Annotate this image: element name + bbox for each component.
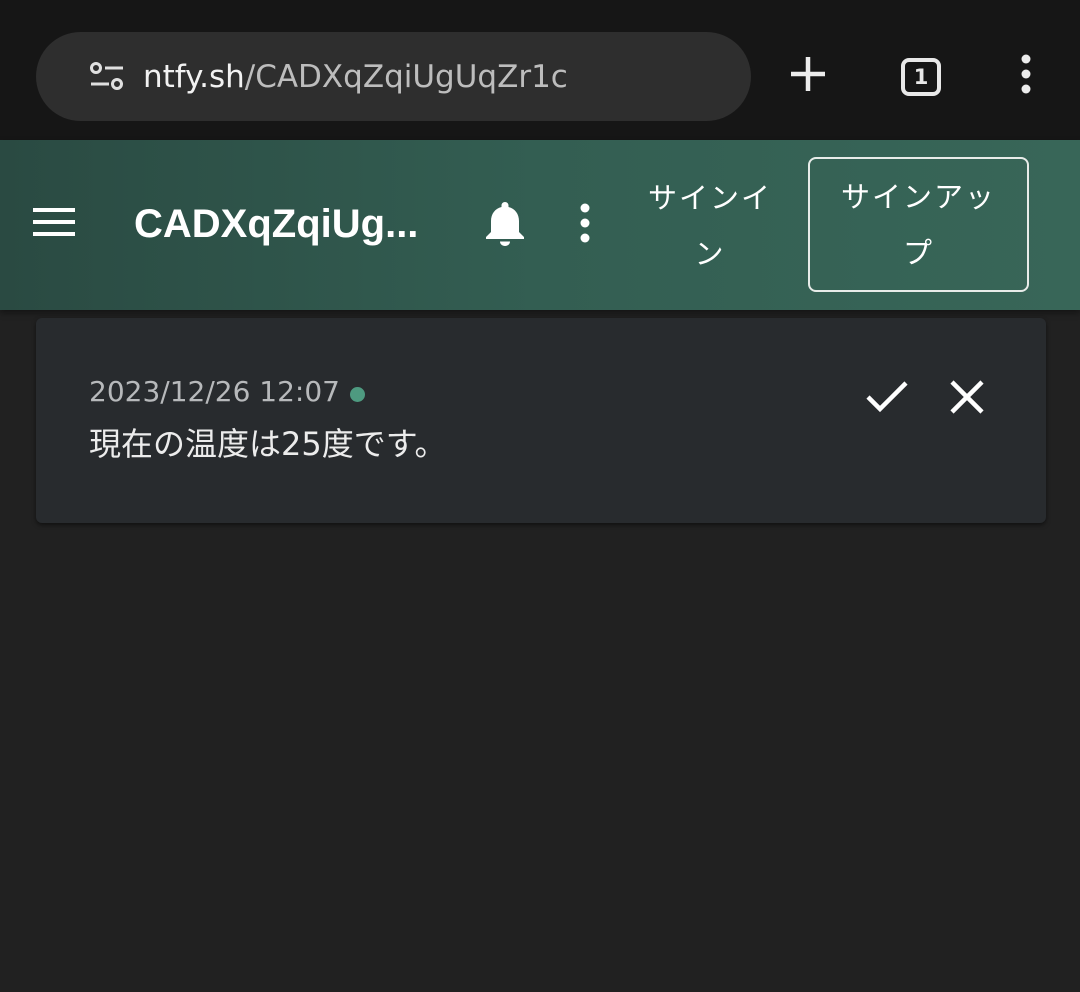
bell-icon (485, 200, 525, 250)
tune-icon[interactable] (90, 62, 124, 90)
signup-label: サインアップ (840, 179, 996, 270)
notification-time: 2023/12/26 12:07 (89, 375, 340, 408)
mark-read-button[interactable] (858, 370, 916, 428)
notification-message: 現在の温度は25度です。 (89, 425, 447, 463)
browser-toolbar: ntfy.sh/CADXqZqiUgUqZr1c 1 (0, 0, 1080, 140)
url-path: /CADXqZqiUgUqZr1c (244, 59, 568, 95)
address-bar[interactable]: ntfy.sh/CADXqZqiUgUqZr1c (36, 32, 751, 121)
app-bar: CADXqZqiUg... サインイン サインアップ (0, 140, 1080, 310)
close-icon (949, 379, 985, 419)
browser-menu-button[interactable] (990, 40, 1062, 112)
tab-count: 1 (913, 65, 929, 89)
more-vert-icon (579, 203, 591, 247)
signin-button[interactable]: サインイン (645, 160, 775, 292)
notification-meta: 2023/12/26 12:07 (89, 374, 365, 410)
nav-menu-button[interactable] (20, 190, 88, 258)
delete-notification-button[interactable] (938, 370, 996, 428)
signup-button[interactable]: サインアップ (808, 157, 1029, 292)
more-vert-icon (1020, 54, 1032, 98)
url-text[interactable]: ntfy.sh/CADXqZqiUgUqZr1c (143, 56, 568, 98)
plus-icon (788, 54, 828, 98)
new-tab-button[interactable] (772, 40, 844, 112)
url-host: ntfy.sh (143, 59, 245, 95)
notification-settings-button[interactable] (472, 192, 538, 258)
signin-label: サインイン (647, 181, 772, 271)
unread-indicator (349, 386, 365, 402)
hamburger-icon (33, 207, 75, 241)
notification-card: 2023/12/26 12:07 現在の温度は25度です。 (36, 318, 1046, 523)
topic-more-button[interactable] (552, 192, 618, 258)
tab-switcher-button[interactable]: 1 (901, 58, 941, 96)
topic-title: CADXqZqiUg... (134, 202, 419, 246)
check-icon (865, 380, 909, 418)
